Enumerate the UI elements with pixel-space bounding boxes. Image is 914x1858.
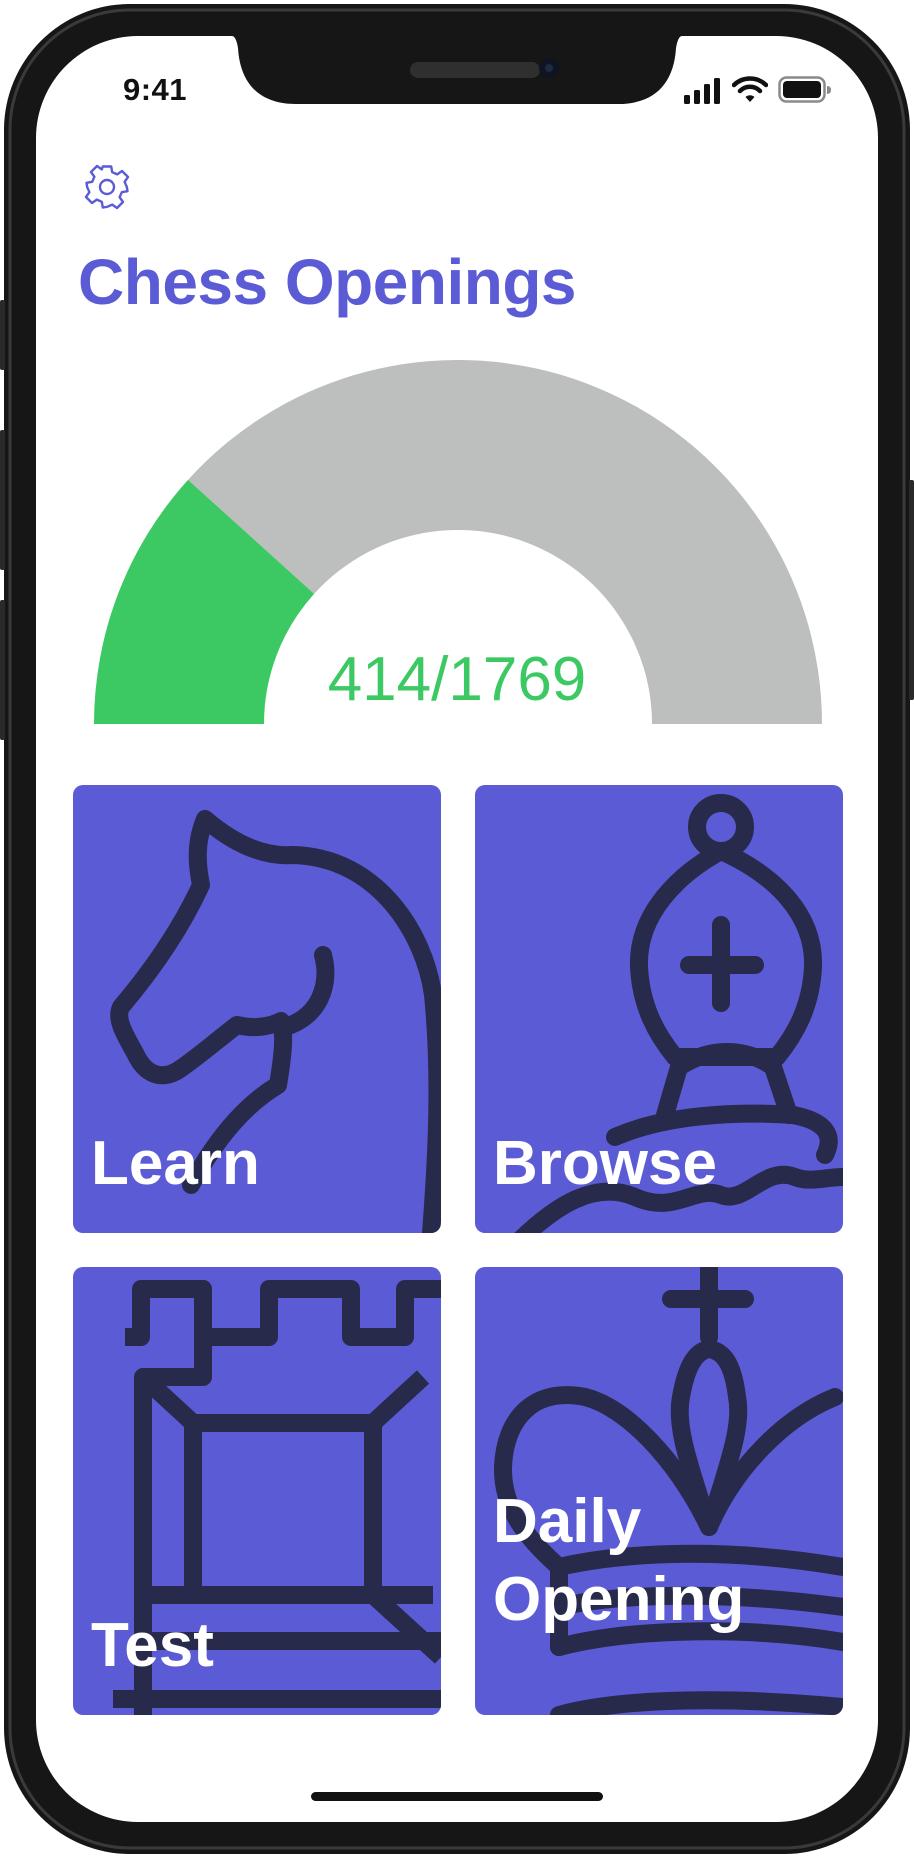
learn-tile[interactable]: Learn: [73, 785, 441, 1233]
tile-label-daily-line-1: Daily: [493, 1487, 642, 1556]
gear-icon: [84, 164, 130, 210]
test-tile[interactable]: Test: [73, 1267, 441, 1715]
wifi-icon: [732, 76, 768, 102]
home-indicator[interactable]: [311, 1792, 603, 1801]
tile-label-learn: Learn: [91, 1129, 260, 1198]
settings-button[interactable]: [78, 158, 136, 216]
browse-tile[interactable]: Browse: [475, 785, 843, 1233]
cellular-signal-icon: [684, 78, 720, 104]
page-title: Chess Openings: [78, 246, 577, 318]
daily-opening-tile[interactable]: Daily Opening: [475, 1267, 843, 1715]
tile-label-browse: Browse: [493, 1129, 717, 1198]
tile-label-test: Test: [91, 1611, 214, 1680]
phone-screen: 9:41 Chess Openings 414/1769 Learn Brows…: [0, 0, 914, 1858]
battery-icon: [778, 76, 831, 103]
tile-label-daily-line-2: Opening: [493, 1565, 745, 1634]
tile-label-daily-opening: Daily Opening: [493, 1483, 744, 1639]
progress-count: 414/1769: [327, 645, 587, 714]
speaker-grille: [410, 62, 540, 78]
status-time: 9:41: [122, 72, 188, 107]
